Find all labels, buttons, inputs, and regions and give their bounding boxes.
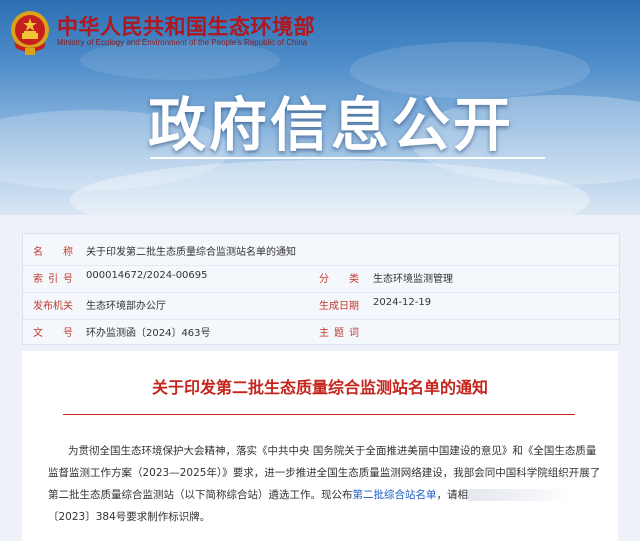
national-emblem-icon <box>11 11 49 55</box>
metadata-row-issuer: 发布机关 生态环境部办公厅 生成日期 2024-12-19 <box>23 293 619 320</box>
banner-underline <box>150 157 545 159</box>
header-banner: 中华人民共和国生态环境部 Ministry of Ecology and Env… <box>0 0 640 215</box>
ministry-name-en: Ministry of Ecology and Environment of t… <box>57 38 308 47</box>
paragraph-line: 〔2023〕384号要求制作标识牌。 <box>48 511 211 523</box>
article-title: 关于印发第二批生态质量综合监测站名单的通知 <box>151 378 488 397</box>
obscured-text <box>468 489 568 501</box>
article-body: 关于印发第二批生态质量综合监测站名单的通知 为贯彻全国生态环境保护大会精神，落实… <box>22 351 618 541</box>
docno-value: 环办监测函〔2024〕463号 <box>86 328 211 339</box>
banner-title: 政府信息公开 <box>148 91 515 159</box>
title-divider <box>63 414 575 415</box>
metadata-row-index: 索 引 号 000014672/2024-00695 分 类 生态环境监测管理 <box>23 266 619 293</box>
topic-label: 主 题 词 <box>319 328 359 339</box>
category-value: 生态环境监测管理 <box>373 274 453 285</box>
metadata-row-name: 名 称 关于印发第二批生态质量综合监测站名单的通知 <box>23 239 619 266</box>
date-label: 生成日期 <box>319 301 359 312</box>
paragraph-text: 第二批生态质量综合监测站（以下简称综合站）遴选工作。现公布 <box>48 489 353 501</box>
date-value: 2024-12-19 <box>373 297 432 308</box>
paragraph-line: 第二批生态质量综合监测站（以下简称综合站）遴选工作。现公布第二批综合站名单，请相 <box>48 487 640 502</box>
index-label: 索 引 号 <box>33 274 73 285</box>
issuer-label: 发布机关 <box>33 301 73 312</box>
paragraph-line: 监督监测工作方案（2023—2025年）》要求，进一步推进全国生态质量监测网络建… <box>48 467 601 479</box>
issuer-value: 生态环境部办公厅 <box>86 301 166 312</box>
docno-label: 文 号 <box>33 328 73 339</box>
name-value: 关于印发第二批生态质量综合监测站名单的通知 <box>86 247 296 258</box>
paragraph-text: ，请相 <box>436 489 469 501</box>
metadata-row-docno: 文 号 环办监测函〔2024〕463号 主 题 词 <box>23 320 619 341</box>
station-list-link[interactable]: 第二批综合站名单 <box>353 489 437 501</box>
index-value: 000014672/2024-00695 <box>86 270 208 281</box>
paragraph-line: 为贯彻全国生态环境保护大会精神，落实《中共中央 国务院关于全面推进美丽中国建设的… <box>68 445 597 457</box>
ministry-name-cn: 中华人民共和国生态环境部 <box>57 15 315 39</box>
category-label: 分 类 <box>319 274 359 285</box>
document-metadata-card: 名 称 关于印发第二批生态质量综合监测站名单的通知 索 引 号 00001467… <box>22 233 620 345</box>
name-label: 名 称 <box>33 247 73 258</box>
